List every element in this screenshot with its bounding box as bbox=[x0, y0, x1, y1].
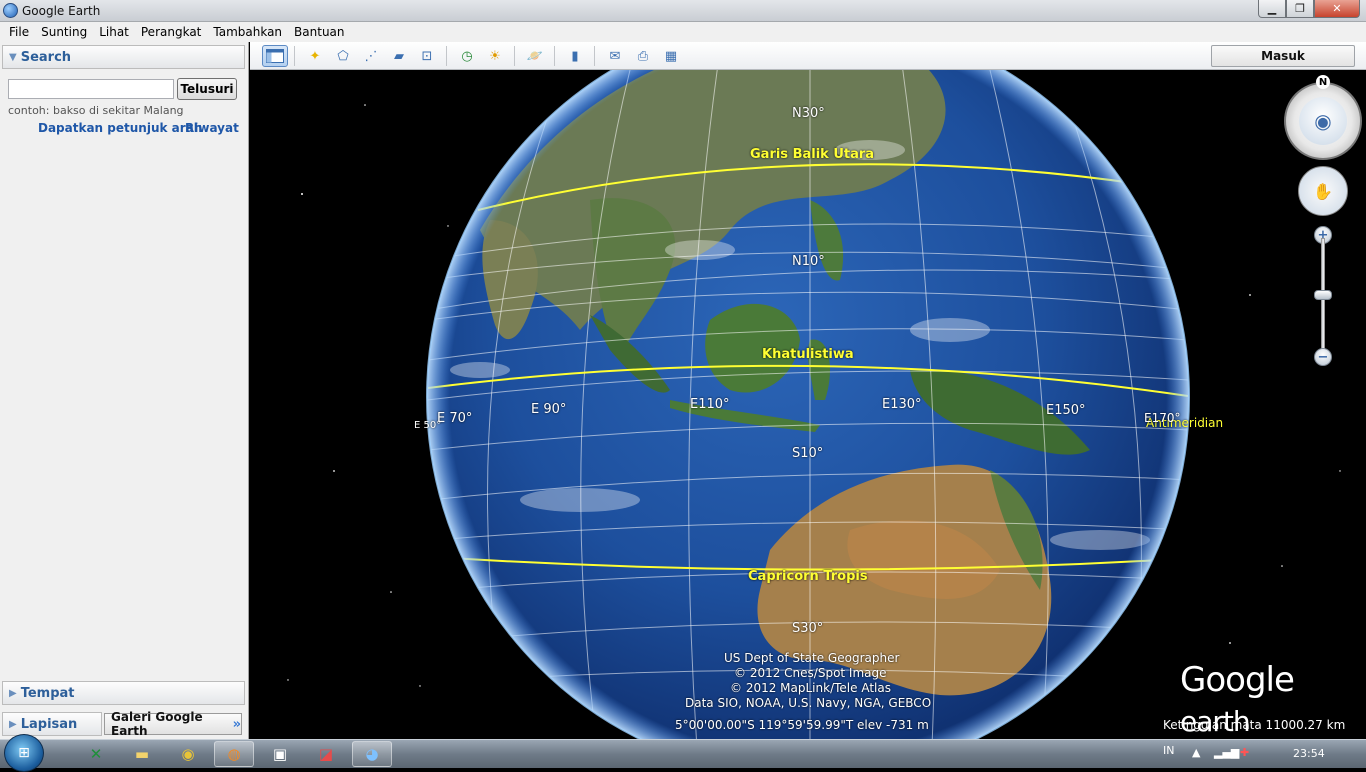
print-icon[interactable]: ⎙ bbox=[630, 45, 656, 67]
menu-tools[interactable]: Perangkat bbox=[135, 25, 208, 39]
lon-e90-label: E 90° bbox=[531, 402, 567, 417]
explorer-icon[interactable]: ▬ bbox=[122, 741, 162, 767]
excel-icon[interactable]: ✕ bbox=[76, 741, 116, 767]
lat-s10-label: S10° bbox=[792, 446, 824, 461]
lon-e110-label: E110° bbox=[690, 397, 730, 412]
places-panel-title: Tempat bbox=[20, 685, 75, 701]
expand-triangle-icon: ▶ bbox=[9, 687, 17, 699]
earth-gallery-button[interactable]: Galeri Google Earth » bbox=[104, 710, 242, 738]
history-link[interactable]: Riwayat bbox=[185, 121, 239, 135]
google-earth-icon[interactable]: ◕ bbox=[352, 741, 392, 767]
globe-canvas bbox=[287, 70, 1341, 739]
network-icon[interactable]: ▂▄▆ bbox=[1214, 746, 1239, 759]
firefox-icon[interactable]: ◍ bbox=[214, 741, 254, 767]
toolbar: ✦ ⬠ ⋰ ▰ ⊡ ◷ ☀ 🪐 ▮ ✉ ⎙ ▦ Masuk bbox=[250, 42, 1366, 70]
tropic-of-cancer-label: Garis Balik Utara bbox=[750, 147, 875, 162]
ruler-icon[interactable]: ▮ bbox=[562, 45, 588, 67]
planets-icon[interactable]: 🪐 bbox=[522, 45, 548, 67]
lon-e150-label: E150° bbox=[1046, 403, 1086, 418]
lat-n30-label: N30° bbox=[792, 106, 825, 121]
pdf-icon[interactable]: ◪ bbox=[306, 741, 346, 767]
google-earth-icon bbox=[3, 3, 18, 18]
clock[interactable]: 23:54 bbox=[1293, 747, 1325, 760]
sign-in-button[interactable]: Masuk bbox=[1211, 45, 1355, 67]
minimize-button[interactable]: ▁ bbox=[1258, 0, 1286, 18]
title-bar: Google Earth ▁ ❐ ✕ bbox=[0, 0, 1366, 22]
search-input[interactable] bbox=[8, 79, 174, 99]
menu-help[interactable]: Bantuan bbox=[288, 25, 350, 39]
attribution-line-1: US Dept of State Geographer bbox=[724, 651, 900, 665]
search-hint: contoh: bakso di sekitar Malang bbox=[8, 104, 184, 117]
zoom-slider-handle[interactable] bbox=[1314, 290, 1332, 300]
view-in-maps-icon[interactable]: ▦ bbox=[658, 45, 684, 67]
search-panel-header[interactable]: ▼ Search bbox=[2, 45, 245, 69]
email-icon[interactable]: ✉ bbox=[602, 45, 628, 67]
google-earth-logo: Google earth bbox=[1180, 660, 1295, 738]
polygon-icon[interactable]: ⬠ bbox=[330, 45, 356, 67]
earth-view[interactable]: Garis Balik Utara Khatulistiwa Capricorn… bbox=[250, 70, 1366, 739]
layers-panel-header[interactable]: ▶ Lapisan bbox=[2, 712, 102, 736]
menu-add[interactable]: Tambahkan bbox=[207, 25, 288, 39]
collapse-triangle-icon: ▼ bbox=[9, 51, 17, 63]
lon-e70-label: E 70° bbox=[437, 411, 473, 426]
directions-link[interactable]: Dapatkan petunjuk arah bbox=[38, 121, 202, 135]
lat-s30-label: S30° bbox=[792, 621, 824, 636]
attribution-line-4: Data SIO, NOAA, U.S. Navy, NGA, GEBCO bbox=[685, 696, 932, 710]
expand-triangle-icon: ▶ bbox=[9, 718, 17, 730]
tray-arrow-icon[interactable]: ▲ bbox=[1192, 746, 1200, 759]
tray-alert-icon[interactable]: ✚ bbox=[1240, 746, 1249, 759]
start-button[interactable]: ⊞ bbox=[4, 734, 44, 772]
coordinates-status: 5°00'00.00"S 119°59'59.99"T elev -731 m bbox=[675, 718, 929, 732]
historical-imagery-icon[interactable]: ◷ bbox=[454, 45, 480, 67]
window-title: Google Earth bbox=[22, 4, 101, 18]
window-controls: ▁ ❐ ✕ bbox=[1258, 0, 1360, 18]
lon-e170-label: E170° bbox=[1144, 411, 1181, 425]
attribution-line-2: © 2012 Cnes/Spot Image bbox=[734, 666, 887, 680]
search-button[interactable]: Telusuri bbox=[177, 78, 237, 100]
maximize-button[interactable]: ❐ bbox=[1286, 0, 1314, 18]
zoom-out-button[interactable]: − bbox=[1314, 348, 1332, 366]
north-indicator[interactable]: N bbox=[1316, 75, 1330, 89]
places-panel-header[interactable]: ▶ Tempat bbox=[2, 681, 245, 705]
equator-label: Khatulistiwa bbox=[762, 347, 854, 362]
sidebar: ▼ Search Telusuri contoh: bakso di sekit… bbox=[0, 42, 249, 739]
lon-e130-label: E130° bbox=[882, 397, 922, 412]
menu-view[interactable]: Lihat bbox=[93, 25, 135, 39]
media-icon[interactable]: ▣ bbox=[260, 741, 300, 767]
tour-icon[interactable]: ⊡ bbox=[414, 45, 440, 67]
menu-bar: File Sunting Lihat Perangkat Tambahkan B… bbox=[0, 22, 1366, 42]
chrome-icon[interactable]: ◉ bbox=[168, 741, 208, 767]
close-button[interactable]: ✕ bbox=[1314, 0, 1360, 18]
menu-edit[interactable]: Sunting bbox=[35, 25, 93, 39]
tropic-of-capricorn-label: Capricorn Tropis bbox=[748, 569, 868, 584]
sunlight-icon[interactable]: ☀ bbox=[482, 45, 508, 67]
lat-n10-label: N10° bbox=[792, 254, 825, 269]
layers-panel-title: Lapisan bbox=[20, 716, 78, 732]
pan-hand-icon[interactable]: ✋ bbox=[1298, 166, 1348, 216]
attribution-line-3: © 2012 MapLink/Tele Atlas bbox=[730, 681, 891, 695]
taskbar: ⊞ ✕ ▬ ◉ ◍ ▣ ◪ ◕ IN ▲ ▂▄▆ ✚ 23:54 bbox=[0, 734, 1366, 772]
language-indicator[interactable]: IN bbox=[1163, 744, 1174, 757]
menu-file[interactable]: File bbox=[3, 25, 35, 39]
eye-icon[interactable]: ◉ bbox=[1299, 97, 1347, 145]
sidebar-toggle-icon[interactable] bbox=[262, 45, 288, 67]
search-panel-title: Search bbox=[20, 49, 72, 65]
placemark-icon[interactable]: ✦ bbox=[302, 45, 328, 67]
path-icon[interactable]: ⋰ bbox=[358, 45, 384, 67]
earth-gallery-label: Galeri Google Earth bbox=[111, 710, 203, 738]
double-chevron-right-icon: » bbox=[232, 716, 241, 732]
overlay-icon[interactable]: ▰ bbox=[386, 45, 412, 67]
